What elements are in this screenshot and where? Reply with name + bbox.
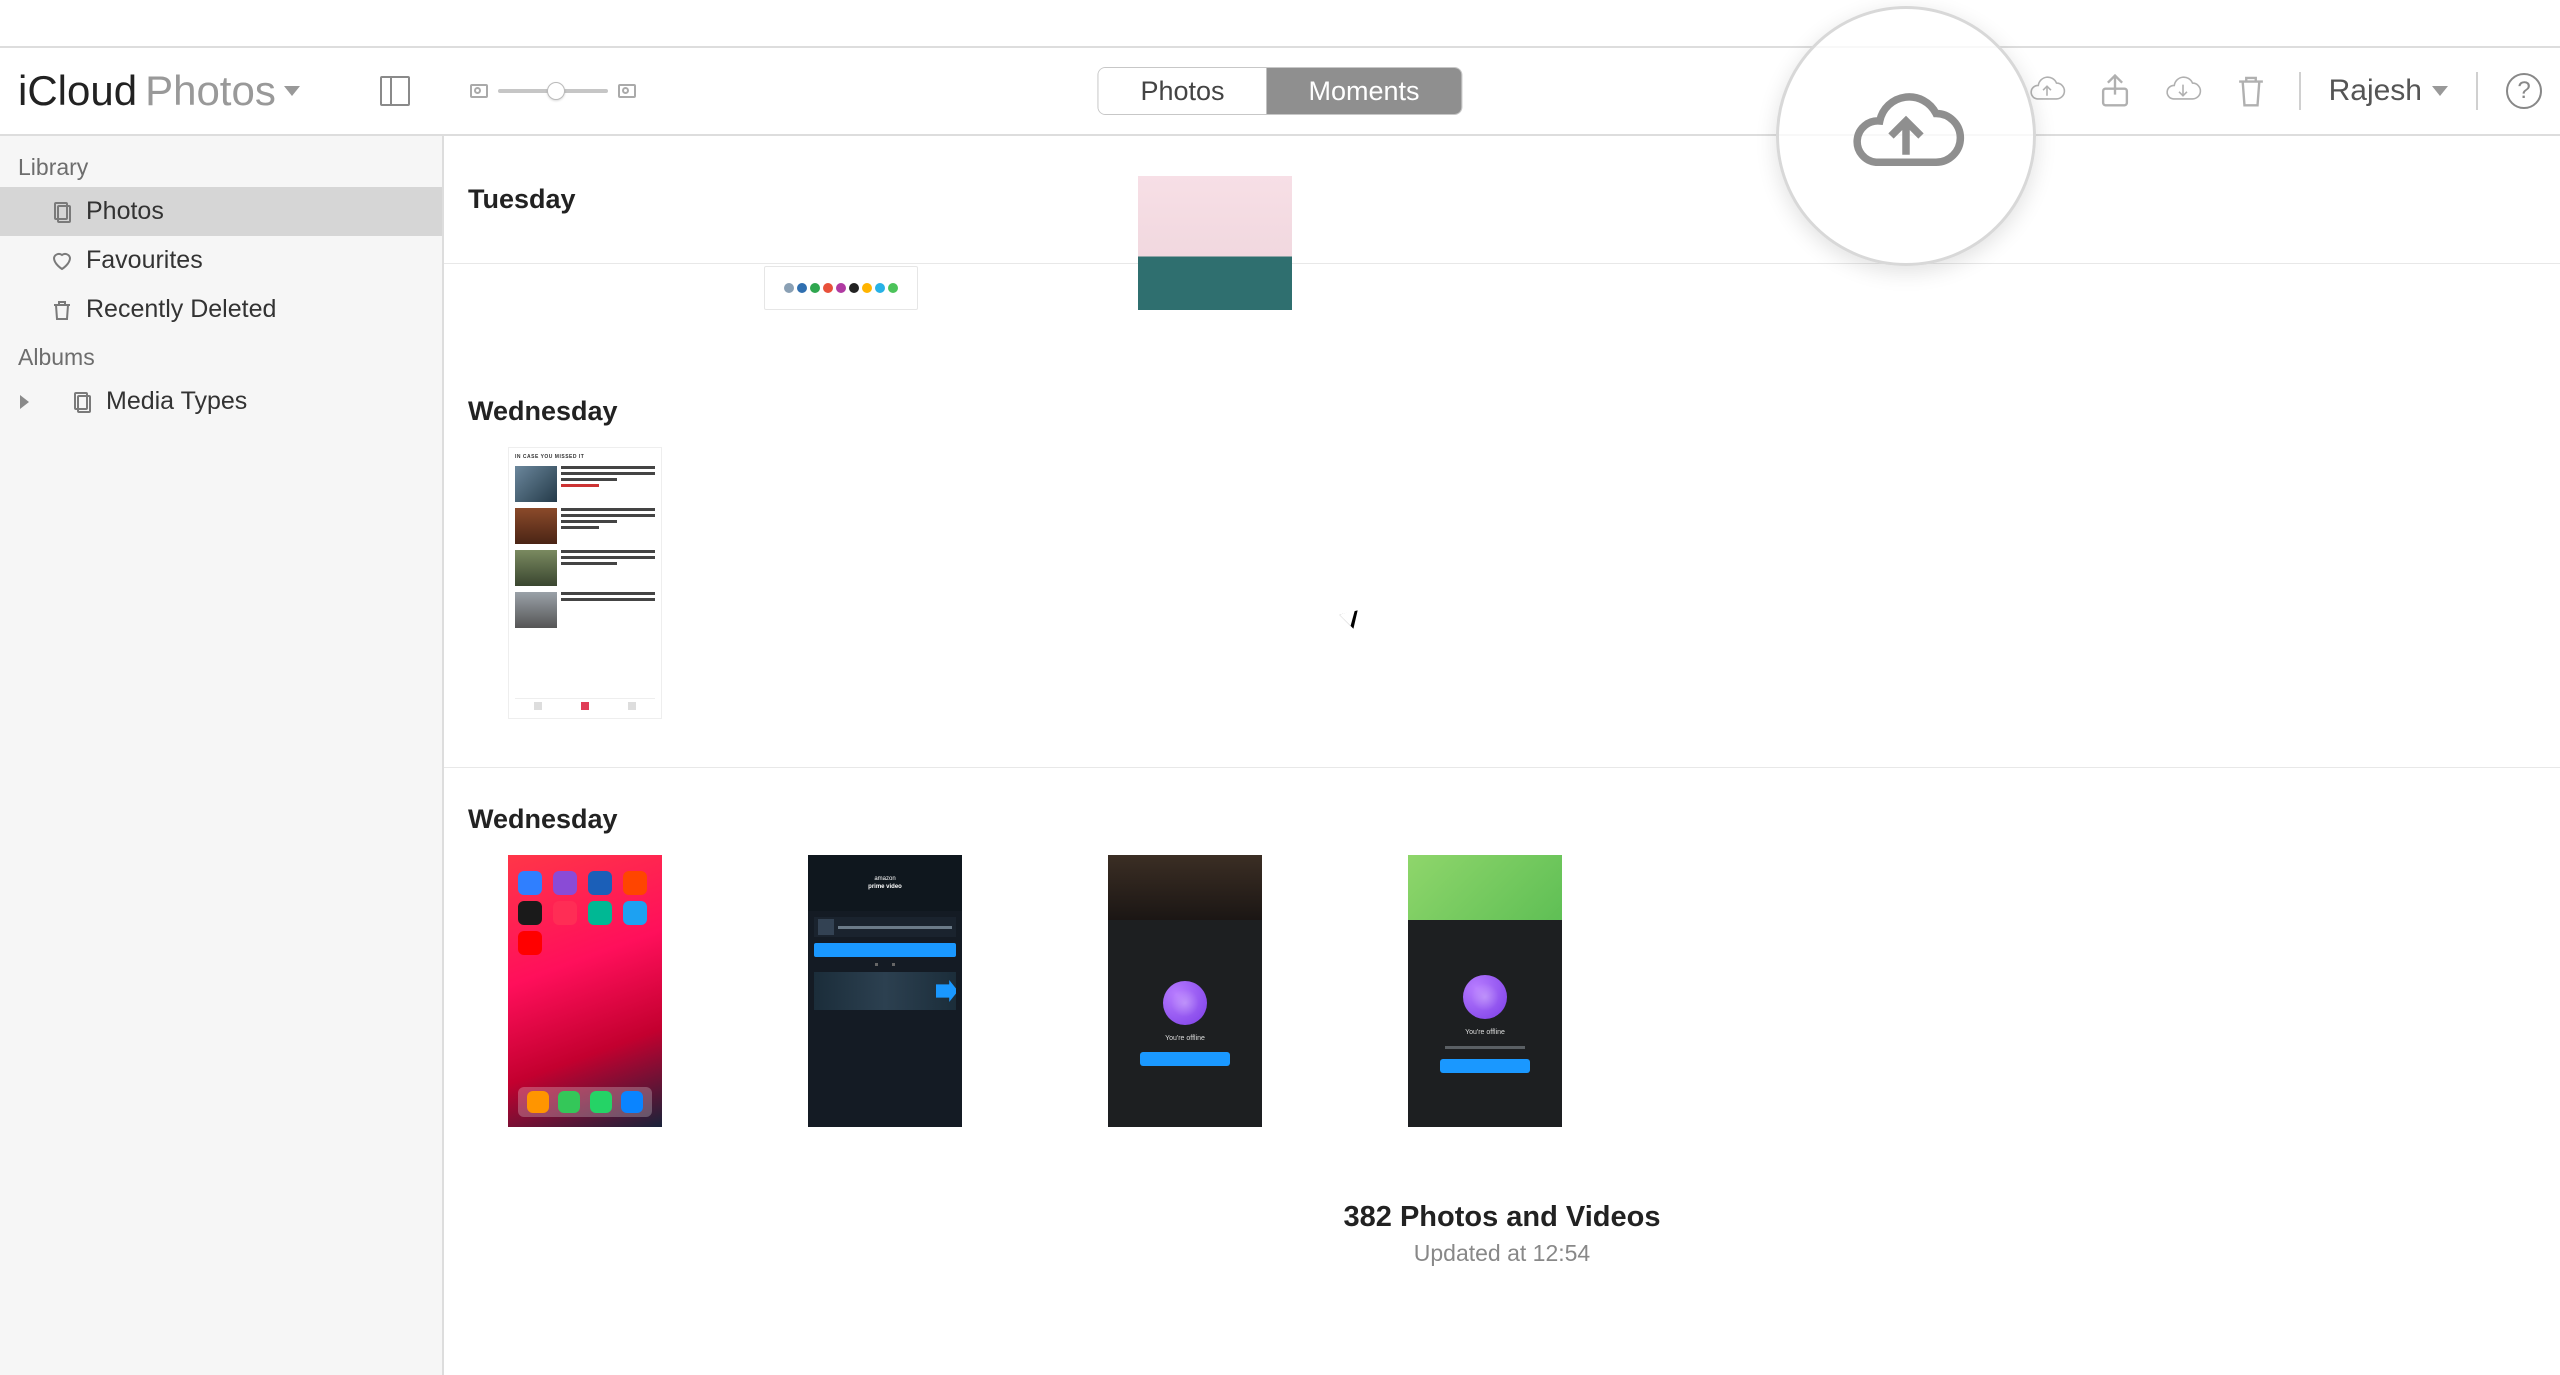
thumb-news-screenshot[interactable]: IN CASE YOU MISSED IT bbox=[508, 447, 662, 719]
stack-icon bbox=[70, 390, 94, 414]
download-button[interactable] bbox=[2163, 71, 2203, 111]
toolbar-right: Rajesh ? bbox=[2027, 71, 2542, 111]
moment-title: Wednesday bbox=[468, 396, 618, 426]
sidebar-item-label: Media Types bbox=[106, 387, 247, 416]
sidebar: Library Photos Favourites Recently Delet… bbox=[0, 136, 444, 1375]
chevron-down-icon bbox=[284, 86, 300, 96]
thumb-dock-screenshot[interactable] bbox=[764, 266, 918, 310]
zoom-out-icon bbox=[470, 84, 488, 98]
zoom-thumb[interactable] bbox=[547, 82, 565, 100]
thumb-amazon-prime-video[interactable]: amazon prime video bbox=[808, 855, 962, 1127]
photos-icon bbox=[50, 200, 74, 224]
zoom-track[interactable] bbox=[498, 89, 608, 93]
share-button[interactable] bbox=[2095, 71, 2135, 111]
help-button[interactable]: ? bbox=[2506, 73, 2542, 109]
zoom-in-icon bbox=[618, 84, 636, 98]
thumb-offline-green[interactable]: You're offline bbox=[1408, 855, 1562, 1127]
amazon-sublabel: prime video bbox=[868, 884, 902, 890]
moment-title: Tuesday bbox=[468, 184, 576, 215]
stats-count: 382 Photos and Videos bbox=[444, 1201, 2560, 1234]
sidebar-item-media-types[interactable]: Media Types bbox=[0, 377, 442, 426]
thumb-offline-dark[interactable]: You're offline bbox=[1108, 855, 1262, 1127]
chevron-down-icon bbox=[2432, 86, 2448, 96]
sidebar-item-label: Favourites bbox=[86, 246, 203, 275]
sidebar-item-favourites[interactable]: Favourites bbox=[0, 236, 442, 285]
stats-updated: Updated at 12:54 bbox=[444, 1240, 2560, 1267]
toolbar: iCloud Photos Photos Moments Raje bbox=[0, 46, 2560, 136]
disclosure-triangle-icon[interactable] bbox=[20, 395, 29, 409]
delete-button[interactable] bbox=[2231, 71, 2271, 111]
moment-thumbs: amazon prime video You're offline bbox=[468, 855, 2536, 1175]
brand-secondary-label: Photos bbox=[145, 67, 276, 115]
moment-title: Wednesday bbox=[468, 804, 618, 834]
trash-icon bbox=[50, 298, 74, 322]
sidebar-toggle-button[interactable] bbox=[380, 76, 410, 106]
moment-group: Wednesday amazon prime video bbox=[444, 768, 2560, 1175]
moment-tuesday-thumbs bbox=[704, 176, 2560, 340]
offline-label: You're offline bbox=[1165, 1035, 1205, 1042]
moment-thumbs: IN CASE YOU MISSED IT bbox=[468, 447, 2536, 767]
moment-group: Wednesday IN CASE YOU MISSED IT bbox=[444, 360, 2560, 768]
library-stats: 382 Photos and Videos Updated at 12:54 bbox=[444, 1175, 2560, 1277]
amazon-label: amazon bbox=[874, 876, 895, 882]
brand[interactable]: iCloud Photos bbox=[18, 67, 300, 115]
callout-highlight bbox=[1776, 6, 2036, 266]
sidebar-item-label: Photos bbox=[86, 197, 164, 226]
sidebar-item-recently-deleted[interactable]: Recently Deleted bbox=[0, 285, 442, 334]
separator bbox=[2476, 72, 2478, 110]
heart-icon bbox=[50, 249, 74, 273]
sidebar-section-library: Library bbox=[0, 144, 442, 187]
view-segmented-control: Photos Moments bbox=[1097, 67, 1462, 115]
sidebar-item-label: Recently Deleted bbox=[86, 295, 276, 324]
separator bbox=[2299, 72, 2301, 110]
sidebar-section-albums: Albums bbox=[0, 334, 442, 377]
offline-label: You're offline bbox=[1465, 1029, 1505, 1036]
brand-secondary: Photos bbox=[145, 67, 300, 115]
news-heading: IN CASE YOU MISSED IT bbox=[515, 454, 655, 460]
thumb-keyboard-screenshot[interactable] bbox=[1138, 176, 1292, 310]
sidebar-item-photos[interactable]: Photos bbox=[0, 187, 442, 236]
thumbnail-zoom-slider[interactable] bbox=[470, 84, 636, 98]
content-area: Tuesday Wednesday IN CASE YOU MISSED IT … bbox=[444, 136, 2560, 1375]
upload-button[interactable] bbox=[2027, 71, 2067, 111]
user-name: Rajesh bbox=[2329, 74, 2422, 108]
thumb-ios-homescreen[interactable] bbox=[508, 855, 662, 1127]
tab-photos[interactable]: Photos bbox=[1098, 68, 1266, 114]
brand-primary: iCloud bbox=[18, 67, 137, 115]
user-menu[interactable]: Rajesh bbox=[2329, 74, 2448, 108]
tab-moments[interactable]: Moments bbox=[1267, 68, 1462, 114]
